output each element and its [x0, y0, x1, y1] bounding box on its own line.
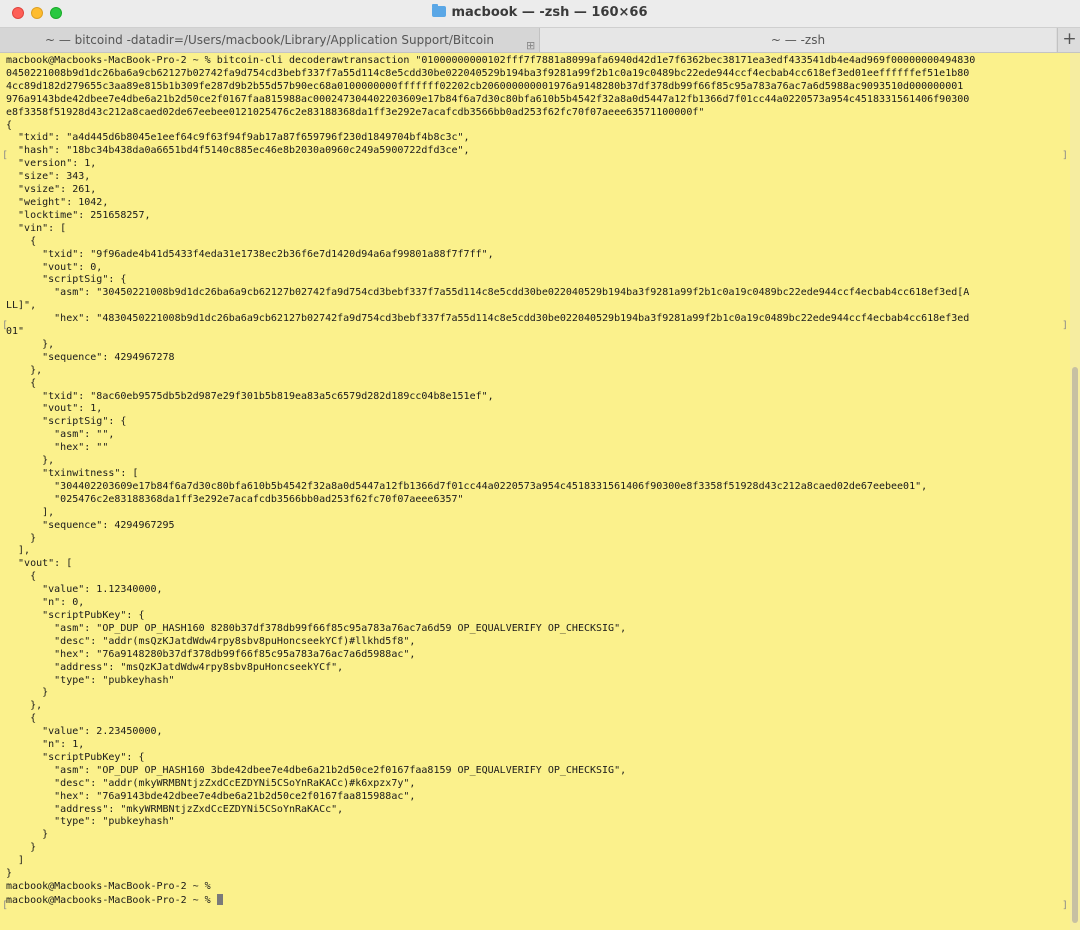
terminal-line: "version": 1,	[6, 158, 97, 170]
terminal-line: "weight": 1042,	[6, 196, 109, 208]
folder-icon	[432, 4, 447, 17]
new-tab-button[interactable]: +	[1057, 28, 1080, 52]
terminal-line: "vout": 1,	[6, 403, 103, 415]
terminal-line: {	[6, 713, 37, 725]
terminal-line: macbook@Macbooks-MacBook-Pro-2 ~ %	[6, 881, 211, 892]
terminal-line: "size": 343,	[6, 171, 91, 183]
terminal-line: "desc": "addr(mkyWRMBNtjzZxdCcEZDYNi5CSo…	[6, 777, 416, 789]
tab-bitcoind-label: ~ — bitcoind -datadir=/Users/macbook/Lib…	[44, 33, 495, 47]
terminal-line: }	[6, 532, 37, 544]
terminal-line: macbook@Macbooks-MacBook-Pro-2 ~ % bitco…	[6, 55, 976, 66]
terminal-line: LL]",	[6, 300, 37, 312]
terminal-line: 976a9143bde42dbee7e4dbe6a21b2d50ce2f0167…	[6, 93, 970, 105]
scrollbar-thumb[interactable]	[1072, 367, 1078, 923]
terminal-line: "sequence": 4294967278	[6, 351, 175, 363]
terminal-line: "txid": "a4d445d6b8045e1eef64c9f63f94f9a…	[6, 132, 470, 144]
terminal-line: "address": "msQzKJatdWdw4rpy8sbv8puHoncs…	[6, 661, 344, 673]
terminal-line: "type": "pubkeyhash"	[6, 674, 175, 686]
terminal-line: "scriptSig": {	[6, 274, 127, 286]
terminal-line: "asm": "30450221008b9d1dc26ba6a9cb62127b…	[6, 287, 970, 299]
terminal-line: "025476c2e83188368da1ff3e292e7acafcdb356…	[6, 493, 464, 505]
terminal-line: "asm": "OP_DUP OP_HASH160 3bde42dbee7e4d…	[6, 764, 627, 776]
terminal-line: "hex": "4830450221008b9d1dc26ba6a9cb6212…	[6, 313, 970, 325]
terminal-line: },	[6, 700, 43, 712]
terminal-line: "txinwitness": [	[6, 468, 139, 479]
tab-zsh[interactable]: ~ — -zsh	[540, 28, 1056, 52]
terminal-line: {	[6, 235, 37, 247]
mark-bracket-right: ]	[1062, 900, 1069, 911]
terminal-line: "hash": "18bc34b438da0a6651bd4f5140c885e…	[6, 145, 470, 157]
window-title-area: macbook — -zsh — 160×66	[0, 4, 1080, 20]
terminal-text: macbook@Macbooks-MacBook-Pro-2 ~ % bitco…	[0, 53, 1070, 908]
terminal-line: "scriptSig": {	[6, 416, 127, 428]
terminal-output[interactable]: macbook@Macbooks-MacBook-Pro-2 ~ % bitco…	[0, 53, 1070, 930]
terminal-line: "locktime": 251658257,	[6, 209, 151, 221]
terminal-line: "n": 0,	[6, 597, 85, 609]
mark-bracket-right: ]	[1062, 150, 1069, 161]
terminal-line: }	[6, 868, 13, 880]
terminal-line: "vout": [	[6, 558, 73, 570]
terminal-line: "sequence": 4294967295	[6, 519, 175, 531]
tab-zsh-label: ~ — -zsh	[770, 33, 826, 47]
terminal-line: "asm": "OP_DUP OP_HASH160 8280b37df378db…	[6, 622, 627, 634]
terminal-line: "scriptPubKey": {	[6, 751, 145, 763]
terminal-line: "txid": "9f96ade4b41d5433f4eda31e1738ec2…	[6, 248, 494, 260]
terminal-line: "txid": "8ac60eb9575db5b2d987e29f301b5b8…	[6, 390, 494, 402]
terminal-line: 01"	[6, 326, 25, 338]
terminal-line: "hex": ""	[6, 442, 109, 454]
mark-bracket-right: ]	[1062, 320, 1069, 331]
terminal-line: },	[6, 455, 55, 467]
terminal-line: "address": "mkyWRMBNtjzZxdCcEZDYNi5CSoYn…	[6, 803, 344, 815]
terminal-line: "asm": "",	[6, 429, 115, 441]
mark-bracket-left: [	[2, 150, 9, 161]
terminal-line: ]	[6, 855, 25, 867]
terminal-line: }	[6, 829, 49, 841]
terminal-line: "vin": [	[6, 222, 67, 234]
terminal-line: 4cc89d182d279655c3aa89e815b1b309fe287d9b…	[6, 80, 964, 92]
mark-bracket-left: [	[2, 900, 9, 911]
terminal-line: "vsize": 261,	[6, 184, 97, 196]
tab-bar: ~ — bitcoind -datadir=/Users/macbook/Lib…	[0, 28, 1080, 53]
terminal-line: "hex": "76a9148280b37df378db99f66f85c95a…	[6, 648, 416, 660]
terminal-line: {	[6, 119, 13, 131]
vertical-scrollbar[interactable]	[1070, 53, 1080, 930]
terminal-line: "desc": "addr(msQzKJatdWdw4rpy8sbv8puHon…	[6, 635, 416, 647]
terminal-line: {	[6, 571, 37, 583]
mark-bracket-left: [	[2, 320, 9, 331]
terminal-line: "hex": "76a9143bde42dbee7e4dbe6a21b2d50c…	[6, 790, 416, 802]
terminal-line: "304402203609e17b84f6a7d30c80bfa610b5b45…	[6, 480, 928, 492]
terminal-line: "type": "pubkeyhash"	[6, 816, 175, 828]
terminal-line: ],	[6, 506, 55, 518]
terminal-line: "scriptPubKey": {	[6, 609, 145, 621]
title-bar: macbook — -zsh — 160×66	[0, 0, 1080, 28]
terminal-line: "n": 1,	[6, 739, 85, 751]
terminal-line: }	[6, 842, 37, 854]
terminal-line: },	[6, 338, 55, 350]
window-title: macbook — -zsh — 160×66	[451, 5, 648, 20]
text-cursor	[216, 893, 223, 905]
terminal-line: e8f3358f51928d43c212a8caed02de67eebee012…	[6, 106, 705, 118]
tab-bitcoind[interactable]: ~ — bitcoind -datadir=/Users/macbook/Lib…	[0, 28, 540, 52]
terminal-line: "value": 1.12340000,	[6, 584, 163, 596]
terminal-line: macbook@Macbooks-MacBook-Pro-2 ~ %	[6, 894, 217, 906]
terminal-line: "value": 2.23450000,	[6, 726, 163, 738]
terminal-line: {	[6, 377, 37, 389]
terminal-line: }	[6, 687, 49, 699]
terminal-line: 0450221008b9d1dc26ba6a9cb62127b02742fa9d…	[6, 67, 970, 79]
terminal-line: "vout": 0,	[6, 261, 103, 273]
terminal-line: ],	[6, 545, 31, 557]
terminal-line: },	[6, 364, 43, 376]
